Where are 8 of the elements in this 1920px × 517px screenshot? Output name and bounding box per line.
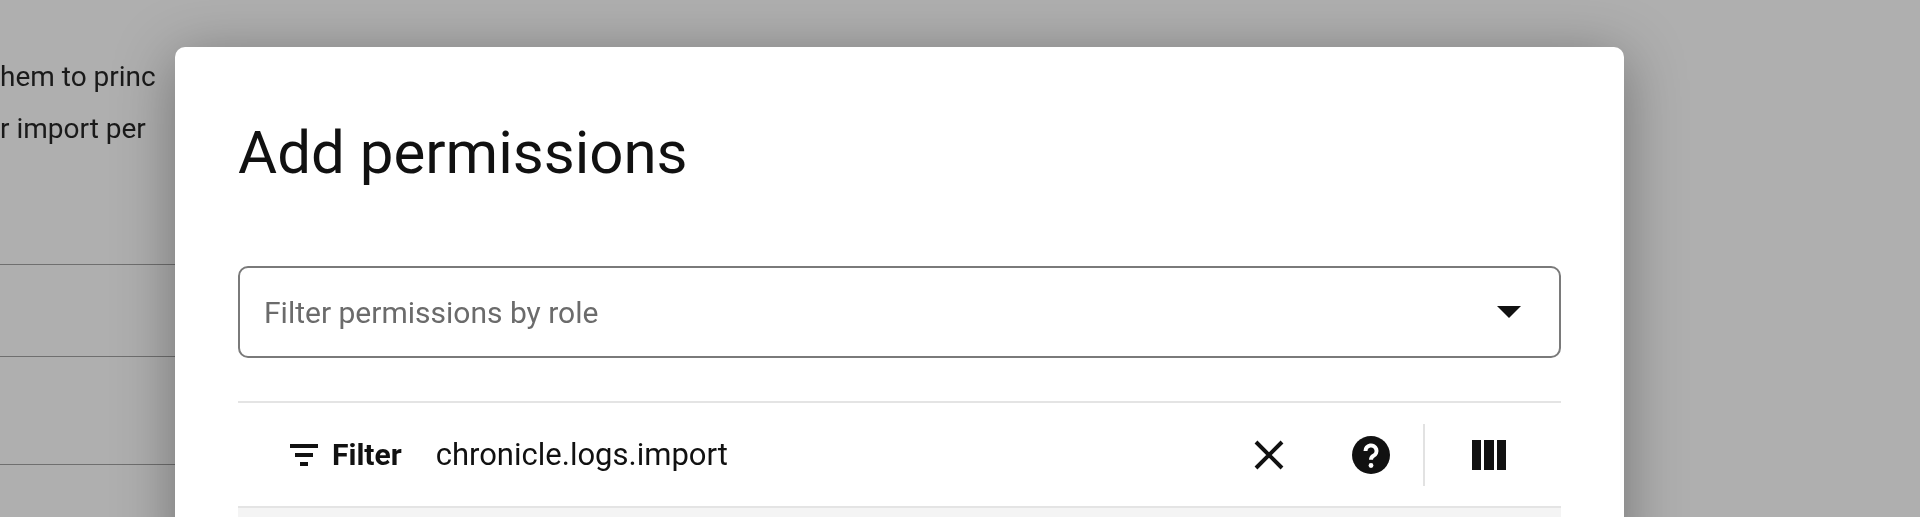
background-text: hem to princ bbox=[0, 59, 157, 95]
filter-chip-text: chronicle.logs.import bbox=[435, 436, 728, 473]
background-text: r import per bbox=[0, 111, 147, 147]
role-select-field[interactable]: Filter permissions by role bbox=[238, 266, 1561, 358]
dialog-title: Add permissions bbox=[238, 117, 688, 189]
filter-button[interactable]: Filter bbox=[290, 437, 402, 472]
dropdown-caret-icon[interactable] bbox=[1497, 306, 1521, 318]
filter-icon bbox=[290, 443, 318, 466]
